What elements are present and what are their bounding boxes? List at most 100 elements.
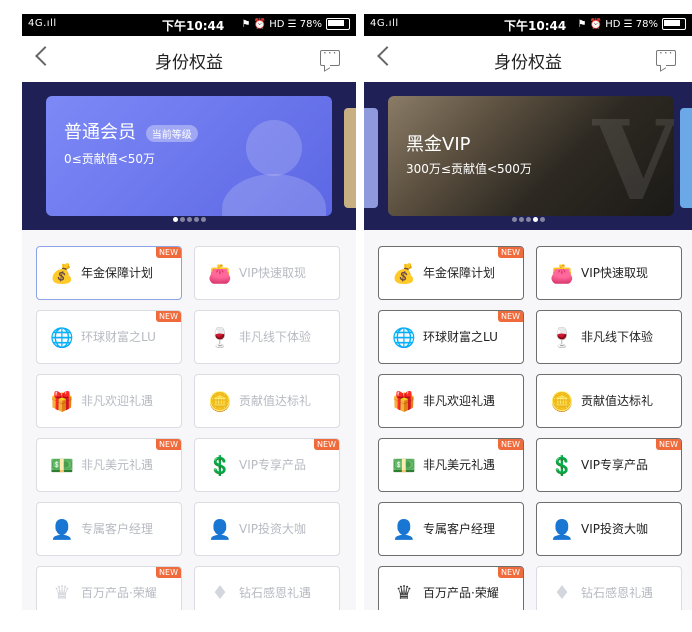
coin-icon: 🪙 (208, 390, 232, 413)
message-icon[interactable] (656, 46, 676, 66)
benefit-label: 专属客户经理 (81, 522, 154, 536)
contribution-range: 300万≤贡献值<500万 (406, 162, 532, 176)
benefit-item[interactable]: 🎁 非凡欢迎礼遇 (36, 374, 182, 428)
benefit-item[interactable]: 💰 年金保障计划 NEW (378, 246, 524, 300)
money-bag-icon: 💰 (392, 262, 416, 285)
network-indicator: 4G.ıll (28, 18, 57, 29)
benefit-item[interactable]: 👛 VIP快速取现 (536, 246, 682, 300)
benefit-item[interactable]: 🌐 环球财富之LU NEW (36, 310, 182, 364)
benefit-label: VIP快速取现 (239, 266, 306, 280)
crown-icon: ♛ (395, 582, 413, 604)
benefit-item[interactable]: 🎁 非凡欢迎礼遇 (378, 374, 524, 428)
benefit-item[interactable]: 🪙 贡献值达标礼 (194, 374, 340, 428)
diamond-icon: ♦ (553, 582, 571, 604)
benefit-label: 非凡美元礼遇 (81, 458, 154, 472)
status-text: ⚑ ⏰ HD ☰ 78% (241, 18, 322, 30)
manager-icon: 👤 (392, 518, 416, 541)
investor-icon: 👤 (208, 518, 232, 541)
benefit-item[interactable]: 🪙 贡献值达标礼 (536, 374, 682, 428)
globe-icon: 🌐 (50, 326, 74, 349)
benefit-item[interactable]: 👤 专属客户经理 (378, 502, 524, 556)
clock: 下午10:44 (162, 19, 225, 33)
carousel-dots (22, 207, 356, 226)
new-badge: NEW (156, 567, 181, 578)
carousel-dot (539, 217, 545, 222)
left-screen: 4G.ıll 下午10:44 ⚑ ⏰ HD ☰ 78% 身份权益 普通会员 当前… (22, 14, 356, 610)
carousel-dot (511, 217, 517, 222)
benefit-item[interactable]: 🌐 环球财富之LU NEW (378, 310, 524, 364)
benefit-label: 专属客户经理 (423, 522, 496, 536)
level-carousel[interactable]: V 黑金VIP 300万≤贡献值<500万 (364, 82, 692, 230)
benefit-label: 非凡欢迎礼遇 (423, 394, 496, 408)
carousel-dot (186, 217, 192, 222)
benefit-label: VIP快速取现 (581, 266, 648, 280)
benefit-item[interactable]: 💰 年金保障计划 NEW (36, 246, 182, 300)
wallet-icon: 👛 (208, 262, 232, 285)
benefit-item[interactable]: ♛ 百万产品·荣耀 NEW (36, 566, 182, 610)
new-badge: NEW (314, 439, 339, 450)
benefit-label: 环球财富之LU (81, 330, 156, 344)
carousel-dots (364, 207, 692, 226)
manager-icon: 👤 (50, 518, 74, 541)
benefit-label: VIP专享产品 (581, 458, 648, 472)
benefit-label: 贡献值达标礼 (581, 394, 654, 408)
new-badge: NEW (498, 247, 523, 258)
gift-icon: 🎁 (50, 390, 74, 413)
benefit-label: 百万产品·荣耀 (81, 586, 157, 600)
benefit-item[interactable]: 👤 VIP投资大咖 (536, 502, 682, 556)
prev-card-peek[interactable] (364, 108, 378, 208)
benefit-item[interactable]: 👤 专属客户经理 (36, 502, 182, 556)
message-icon[interactable] (320, 46, 340, 66)
benefit-label: 贡献值达标礼 (239, 394, 312, 408)
benefit-label: 非凡美元礼遇 (423, 458, 496, 472)
benefit-label: 非凡线下体验 (581, 330, 654, 344)
benefit-label: 年金保障计划 (81, 266, 154, 280)
carousel-dot (518, 217, 524, 222)
right-screen: 4G.ıll 下午10:44 ⚑ ⏰ HD ☰ 78% 身份权益 V 黑金VIP… (364, 14, 692, 610)
page-title: 身份权益 (494, 53, 562, 73)
wine-icon: 🍷 (550, 326, 574, 349)
level-card-black-gold[interactable]: V 黑金VIP 300万≤贡献值<500万 (388, 96, 674, 216)
level-name: 普通会员 (64, 122, 136, 143)
benefit-item[interactable]: 🍷 非凡线下体验 (536, 310, 682, 364)
benefit-item[interactable]: ♦ 钻石感恩礼遇 (194, 566, 340, 610)
new-badge: NEW (156, 439, 181, 450)
wine-icon: 🍷 (208, 326, 232, 349)
new-badge: NEW (498, 311, 523, 322)
benefit-item[interactable]: 💵 非凡美元礼遇 NEW (36, 438, 182, 492)
benefit-item[interactable]: 👛 VIP快速取现 (194, 246, 340, 300)
benefit-item[interactable]: ♦ 钻石感恩礼遇 (536, 566, 682, 610)
benefit-label: 环球财富之LU (423, 330, 498, 344)
dollar-icon: 💵 (392, 454, 416, 477)
benefit-item[interactable]: 💲 VIP专享产品 NEW (536, 438, 682, 492)
level-card-regular[interactable]: 普通会员 当前等级 0≤贡献值<50万 (46, 96, 332, 216)
battery-icon (662, 18, 686, 30)
investor-icon: 👤 (550, 518, 574, 541)
status-icons: ⚑ ⏰ HD ☰ 78% (577, 18, 686, 30)
crown-icon: ♛ (53, 582, 71, 604)
avatar-head-decoration (246, 120, 302, 176)
clock: 下午10:44 (504, 19, 567, 33)
new-badge: NEW (498, 567, 523, 578)
benefit-item[interactable]: ♛ 百万产品·荣耀 NEW (378, 566, 524, 610)
next-card-peek[interactable] (344, 108, 356, 208)
benefit-label: 钻石感恩礼遇 (239, 586, 312, 600)
carousel-dot (193, 217, 199, 222)
level-carousel[interactable]: 普通会员 当前等级 0≤贡献值<50万 (22, 82, 356, 230)
new-badge: NEW (156, 311, 181, 322)
benefit-label: 钻石感恩礼遇 (581, 586, 654, 600)
money-bag-icon: 💰 (50, 262, 74, 285)
vip-icon: 💲 (550, 454, 574, 477)
next-card-peek[interactable] (680, 108, 692, 208)
benefit-item[interactable]: 👤 VIP投资大咖 (194, 502, 340, 556)
benefit-item[interactable]: 🍷 非凡线下体验 (194, 310, 340, 364)
nav-bar: 身份权益 (364, 36, 692, 82)
carousel-dot (179, 217, 185, 222)
benefit-label: 非凡线下体验 (239, 330, 312, 344)
vip-icon: 💲 (208, 454, 232, 477)
benefit-item[interactable]: 💲 VIP专享产品 NEW (194, 438, 340, 492)
carousel-dot (200, 217, 206, 222)
benefit-label: 年金保障计划 (423, 266, 496, 280)
benefit-label: 非凡欢迎礼遇 (81, 394, 154, 408)
benefit-item[interactable]: 💵 非凡美元礼遇 NEW (378, 438, 524, 492)
